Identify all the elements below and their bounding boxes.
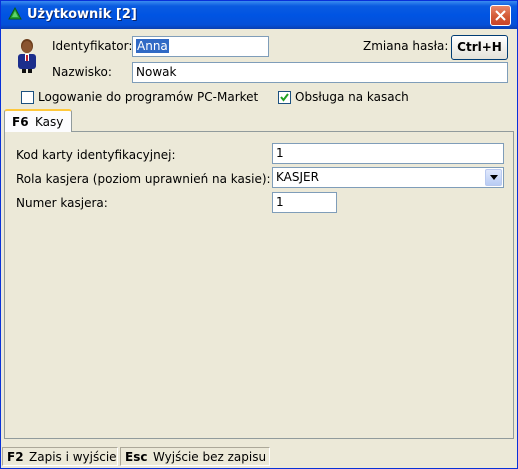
exit-without-save-action[interactable]: Esc Wyjście bez zapisu bbox=[120, 447, 270, 466]
cash-service-label[interactable]: Obsługa na kasach bbox=[295, 90, 409, 104]
identifier-value: Anna bbox=[136, 39, 169, 53]
surname-label: Nazwisko: bbox=[52, 65, 112, 79]
card-code-input[interactable]: 1 bbox=[272, 143, 504, 164]
cashier-number-label: Numer kasjera: bbox=[16, 196, 108, 210]
login-pcmarket-checkbox[interactable] bbox=[21, 91, 34, 104]
user-avatar-icon bbox=[14, 37, 40, 73]
chevron-down-icon bbox=[490, 175, 498, 180]
tab-kasy-label: Kasy bbox=[35, 115, 64, 129]
identifier-input[interactable]: Anna bbox=[132, 36, 269, 57]
user-dialog-window: Użytkownik [2] Identyfikator: Anna Zmian… bbox=[0, 0, 518, 469]
login-pcmarket-label[interactable]: Logowanie do programów PC-Market bbox=[38, 90, 258, 104]
card-code-label: Kod karty identyfikacyjnej: bbox=[16, 148, 176, 162]
tab-kasy-key: F6 bbox=[12, 115, 29, 129]
cashier-role-select[interactable]: KASJER bbox=[272, 167, 504, 188]
close-icon bbox=[495, 10, 506, 21]
surname-input[interactable]: Nowak bbox=[132, 62, 508, 83]
save-exit-key: F2 bbox=[7, 450, 24, 464]
password-change-label: Zmiana hasła: bbox=[363, 39, 449, 53]
tab-kasy[interactable]: F6 Kasy bbox=[4, 109, 72, 132]
change-password-button[interactable]: Ctrl+H bbox=[451, 35, 508, 60]
status-bar: F2 Zapis i wyjście Esc Wyjście bez zapis… bbox=[1, 445, 517, 468]
checkmark-icon bbox=[280, 93, 289, 102]
cashier-number-input[interactable]: 1 bbox=[272, 192, 337, 213]
cashier-role-value: KASJER bbox=[276, 170, 319, 184]
cashier-role-label: Rola kasjera (poziom uprawnień na kasie)… bbox=[16, 172, 271, 186]
save-exit-label: Zapis i wyjście bbox=[29, 450, 117, 464]
window-title: Użytkownik [2] bbox=[27, 7, 137, 22]
exit-without-save-label: Wyjście bez zapisu bbox=[153, 450, 267, 464]
green-triangle-icon bbox=[8, 6, 22, 21]
kasy-tab-panel: Kod karty identyfikacyjnej: 1 Rola kasje… bbox=[4, 131, 514, 439]
surname-value: Nowak bbox=[136, 65, 177, 79]
cashier-number-value: 1 bbox=[276, 195, 284, 209]
close-button[interactable] bbox=[490, 5, 511, 26]
save-exit-action[interactable]: F2 Zapis i wyjście bbox=[2, 447, 118, 466]
cashier-role-dropdown-button[interactable] bbox=[485, 169, 502, 186]
exit-without-save-key: Esc bbox=[125, 450, 148, 464]
card-code-value: 1 bbox=[276, 146, 284, 160]
identifier-label: Identyfikator: bbox=[52, 39, 133, 53]
title-bar[interactable]: Użytkownik [2] bbox=[1, 1, 517, 29]
cash-service-checkbox[interactable] bbox=[278, 91, 291, 104]
